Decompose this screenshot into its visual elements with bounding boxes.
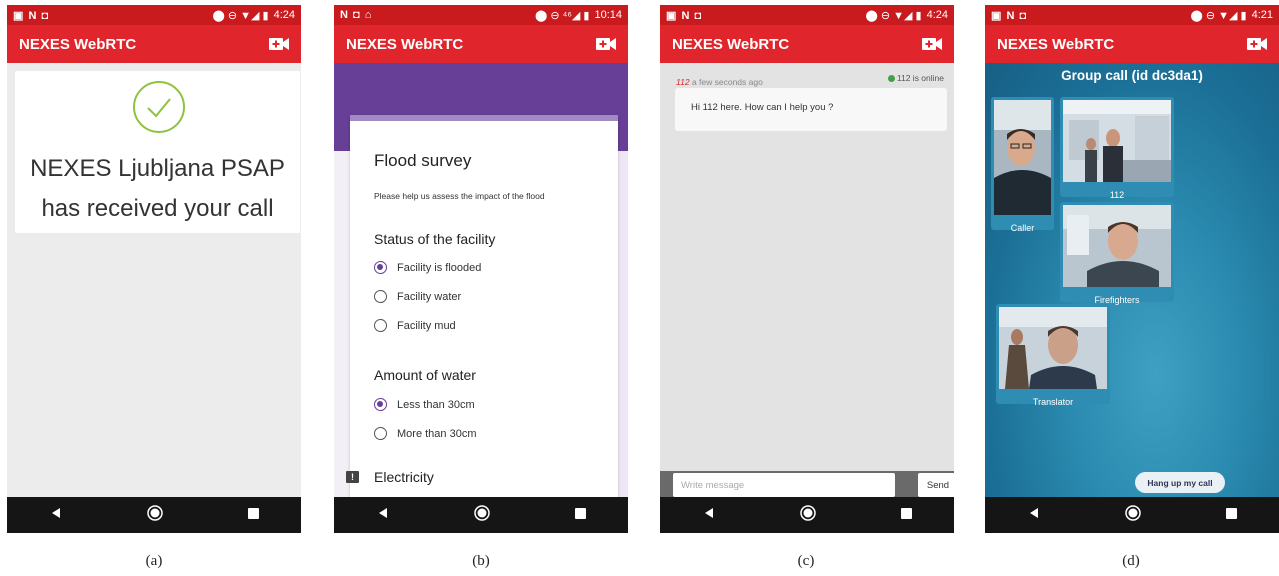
screen-a: ▣ N ◘ ⬤ ⊖ ▼◢ ▮ 4:24 NEXES WebRTC NEXES Lj…	[7, 5, 301, 533]
checkmark-icon	[133, 81, 185, 133]
video-call-icon[interactable]	[596, 37, 616, 51]
video-feed-translator	[999, 307, 1107, 389]
system-icons: ⬤ ⊖ ▼◢ ▮	[1190, 9, 1247, 22]
video-call-icon[interactable]	[1247, 37, 1267, 51]
recents-icon[interactable]	[1225, 506, 1237, 524]
radio-icon[interactable]	[374, 290, 387, 303]
back-icon[interactable]	[1028, 506, 1040, 524]
participant-tile: Caller	[991, 97, 1054, 233]
back-icon[interactable]	[703, 506, 715, 524]
participant-tile: 112	[1060, 97, 1174, 200]
radio-icon[interactable]	[374, 427, 387, 440]
status-bar: N ◘ ⌂ ⬤ ⊖ ⁴⁶◢ ▮ 10:14	[334, 5, 628, 25]
home-icon[interactable]	[473, 504, 490, 526]
android-nav-bar	[7, 497, 301, 533]
screen-d: ▣ N ◘ ⬤ ⊖ ▼◢ ▮ 4:21 NEXES WebRTC Group ca…	[985, 5, 1279, 533]
question-title: Status of the facility	[374, 231, 496, 247]
participant-tile: Translator	[996, 304, 1110, 407]
question-title: Amount of water	[374, 367, 476, 383]
video-feed-firefighters	[1063, 205, 1171, 287]
app-title: NEXES WebRTC	[672, 35, 790, 53]
back-icon[interactable]	[377, 506, 389, 524]
home-icon[interactable]	[799, 504, 816, 526]
form-description: Please help us assess the impact of the …	[374, 191, 545, 201]
recents-icon[interactable]	[574, 506, 586, 524]
caption-b: (b)	[472, 553, 490, 569]
radio-option[interactable]: Facility is flooded	[374, 261, 481, 274]
participant-name: Caller	[1010, 223, 1035, 233]
app-bar: NEXES WebRTC	[7, 25, 301, 63]
system-icons: ⬤ ⊖ ▼◢ ▮	[865, 9, 922, 22]
video-feed-112	[1063, 100, 1171, 182]
recents-icon[interactable]	[247, 506, 259, 524]
hang-up-button[interactable]: Hang up my call	[1135, 472, 1225, 493]
radio-option[interactable]: Facility mud	[374, 319, 456, 332]
home-icon[interactable]	[146, 504, 163, 526]
section-alert-icon: !	[346, 471, 359, 483]
system-icons: ⬤ ⊖ ⁴⁶◢ ▮	[535, 9, 590, 22]
participant-tile: Firefighters	[1060, 202, 1174, 305]
clock: 4:21	[1251, 9, 1273, 21]
radio-selected-icon[interactable]	[374, 261, 387, 274]
confirmation-card: NEXES Ljubljana PSAP has received your c…	[15, 71, 300, 233]
online-dot-icon	[887, 74, 895, 82]
android-nav-bar	[334, 497, 628, 533]
system-icons: ⬤ ⊖ ▼◢ ▮	[212, 9, 269, 22]
radio-option[interactable]: Less than 30cm	[374, 398, 475, 411]
sender-name: 112	[676, 77, 690, 87]
screen-c: ▣ N ◘ ⬤ ⊖ ▼◢ ▮ 4:24 NEXES WebRTC 112 is o…	[660, 5, 954, 533]
participant-name: 112	[1109, 190, 1125, 200]
notification-icons: ▣ N ◘	[13, 9, 50, 22]
back-icon[interactable]	[50, 506, 62, 524]
app-bar: NEXES WebRTC	[660, 25, 954, 63]
video-call-icon[interactable]	[922, 37, 942, 51]
video-feed-caller	[994, 100, 1051, 215]
form-title: Flood survey	[374, 151, 472, 170]
message-meta: 112 a few seconds ago	[676, 77, 763, 87]
message-input[interactable]	[673, 473, 895, 497]
app-title: NEXES WebRTC	[19, 35, 137, 53]
online-status: 112 is online	[887, 73, 944, 83]
clock: 10:14	[594, 9, 622, 21]
status-bar: ▣ N ◘ ⬤ ⊖ ▼◢ ▮ 4:21	[985, 5, 1279, 25]
chat-message: Hi 112 here. How can I help you ?	[675, 88, 947, 131]
app-bar: NEXES WebRTC	[985, 25, 1279, 63]
status-bar: ▣ N ◘ ⬤ ⊖ ▼◢ ▮ 4:24	[660, 5, 954, 25]
send-button[interactable]: Send	[918, 473, 954, 497]
notification-icons: ▣ N ◘	[666, 9, 703, 22]
app-title: NEXES WebRTC	[346, 35, 464, 53]
radio-icon[interactable]	[374, 319, 387, 332]
radio-option[interactable]: More than 30cm	[374, 427, 476, 440]
participant-name: Translator	[1032, 397, 1074, 407]
caption-d: (d)	[1122, 553, 1140, 569]
radio-option[interactable]: Facility water	[374, 290, 461, 303]
android-nav-bar	[985, 497, 1279, 533]
screen-b: N ◘ ⌂ ⬤ ⊖ ⁴⁶◢ ▮ 10:14 NEXES WebRTC Flood …	[334, 5, 628, 533]
confirmation-message: NEXES Ljubljana PSAP has received your c…	[30, 155, 285, 222]
home-icon[interactable]	[1124, 504, 1141, 526]
app-title: NEXES WebRTC	[997, 35, 1115, 53]
survey-form: Flood survey Please help us assess the i…	[350, 115, 618, 497]
group-call-title: Group call (id dc3da1)	[1061, 68, 1203, 83]
caption-c: (c)	[797, 553, 815, 569]
message-time: a few seconds ago	[691, 77, 763, 87]
notification-icons: N ◘ ⌂	[340, 9, 373, 21]
caption-a: (a)	[145, 553, 163, 569]
notification-icons: ▣ N ◘	[991, 9, 1028, 22]
video-call-icon[interactable]	[269, 37, 289, 51]
app-bar: NEXES WebRTC	[334, 25, 628, 63]
android-nav-bar	[660, 497, 954, 533]
radio-selected-icon[interactable]	[374, 398, 387, 411]
section-title: Electricity	[374, 469, 434, 485]
clock: 4:24	[926, 9, 948, 21]
clock: 4:24	[273, 9, 295, 21]
recents-icon[interactable]	[900, 506, 912, 524]
status-bar: ▣ N ◘ ⬤ ⊖ ▼◢ ▮ 4:24	[7, 5, 301, 25]
